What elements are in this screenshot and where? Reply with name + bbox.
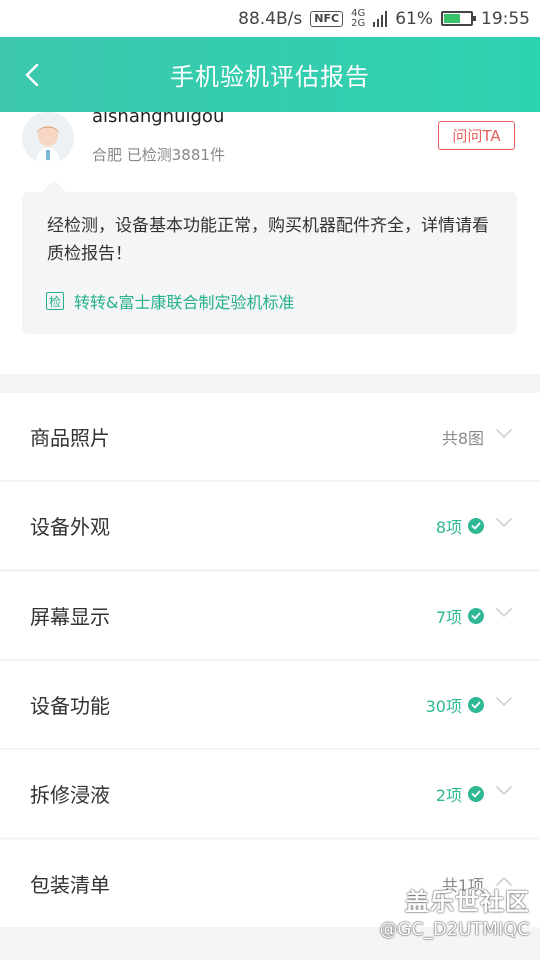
check-circle-icon	[468, 607, 484, 624]
app-header: 手机验机评估报告	[0, 37, 540, 112]
network-type: 4G 2G	[351, 7, 366, 29]
report-section-row[interactable]: 商品照片 共8图	[0, 393, 540, 480]
report-section-row[interactable]: 拆修浸液 2项	[0, 750, 540, 837]
chevron-down-icon	[496, 518, 512, 527]
inspector-meta: 合肥 已检测3881件	[92, 146, 225, 164]
section-count: 共8图	[441, 428, 484, 448]
watermark-title: 盖乐世社区	[405, 888, 530, 916]
section-value: 8项	[436, 514, 484, 538]
section-value: 共8图	[442, 425, 484, 449]
check-circle-icon	[468, 785, 484, 802]
section-label: 商品照片	[30, 426, 110, 450]
watermark: 盖乐世社区 @GC_D2UTMIQC	[379, 882, 530, 940]
section-value: 7项	[436, 604, 484, 628]
nfc-icon: NFC	[310, 10, 344, 27]
chevron-down-icon	[496, 697, 512, 706]
section-count: 8项	[435, 517, 462, 537]
section-value: 2项	[436, 782, 484, 806]
inspection-standard-link[interactable]: 检 转转&富士康联合制定验机标准	[46, 289, 294, 313]
standard-link-text: 转转&富士康联合制定验机标准	[74, 293, 295, 312]
battery-level	[444, 14, 460, 23]
summary-message: 经检测，设备基本功能正常，购买机器配件齐全，详情请看质检报告！	[47, 216, 489, 264]
chevron-down-icon	[496, 608, 512, 617]
chevron-down-icon	[496, 429, 512, 438]
section-value: 30项	[426, 693, 484, 717]
section-label: 包装清单	[30, 873, 110, 897]
chevron-left-icon	[25, 63, 39, 87]
watermark-handle: @GC_D2UTMIQC	[379, 919, 530, 940]
inspect-badge-icon: 检	[46, 292, 64, 310]
section-label: 设备外观	[30, 515, 110, 539]
section-label: 设备功能	[30, 694, 110, 718]
network-speed: 88.4B/s	[238, 8, 303, 29]
network-type-bottom: 2G	[351, 17, 366, 29]
section-count: 7项	[435, 607, 462, 627]
network-type-top: 4G	[351, 7, 366, 19]
report-section-row[interactable]: 设备外观 8项	[0, 482, 540, 569]
section-count: 30项	[425, 696, 462, 716]
chevron-down-icon	[496, 786, 512, 795]
section-count: 2项	[435, 785, 462, 805]
page-title: 手机验机评估报告	[170, 63, 370, 91]
clock: 19:55	[481, 8, 530, 29]
signal-icon	[373, 10, 388, 27]
section-label: 屏幕显示	[30, 605, 110, 629]
back-button[interactable]	[20, 61, 44, 89]
report-section-row[interactable]: 屏幕显示 7项	[0, 572, 540, 659]
check-circle-icon	[468, 696, 484, 713]
check-circle-icon	[468, 517, 484, 534]
section-label: 拆修浸液	[30, 783, 110, 807]
avatar[interactable]	[22, 112, 74, 164]
inspector-card: aishanghuigou 合肥 已检测3881件 问问TA 经检测，设备基本功…	[0, 106, 540, 374]
battery-icon	[441, 11, 476, 26]
ask-ta-button[interactable]: 问问TA	[438, 121, 515, 150]
status-bar: 88.4B/s NFC 4G 2G 61% 19:55	[0, 0, 540, 37]
inspection-summary: 经检测，设备基本功能正常，购买机器配件齐全，详情请看质检报告！ 检 转转&富士康…	[22, 180, 517, 334]
report-section-row[interactable]: 设备功能 30项	[0, 661, 540, 748]
battery-percent: 61%	[395, 8, 433, 29]
inspector-avatar-icon	[22, 112, 74, 164]
